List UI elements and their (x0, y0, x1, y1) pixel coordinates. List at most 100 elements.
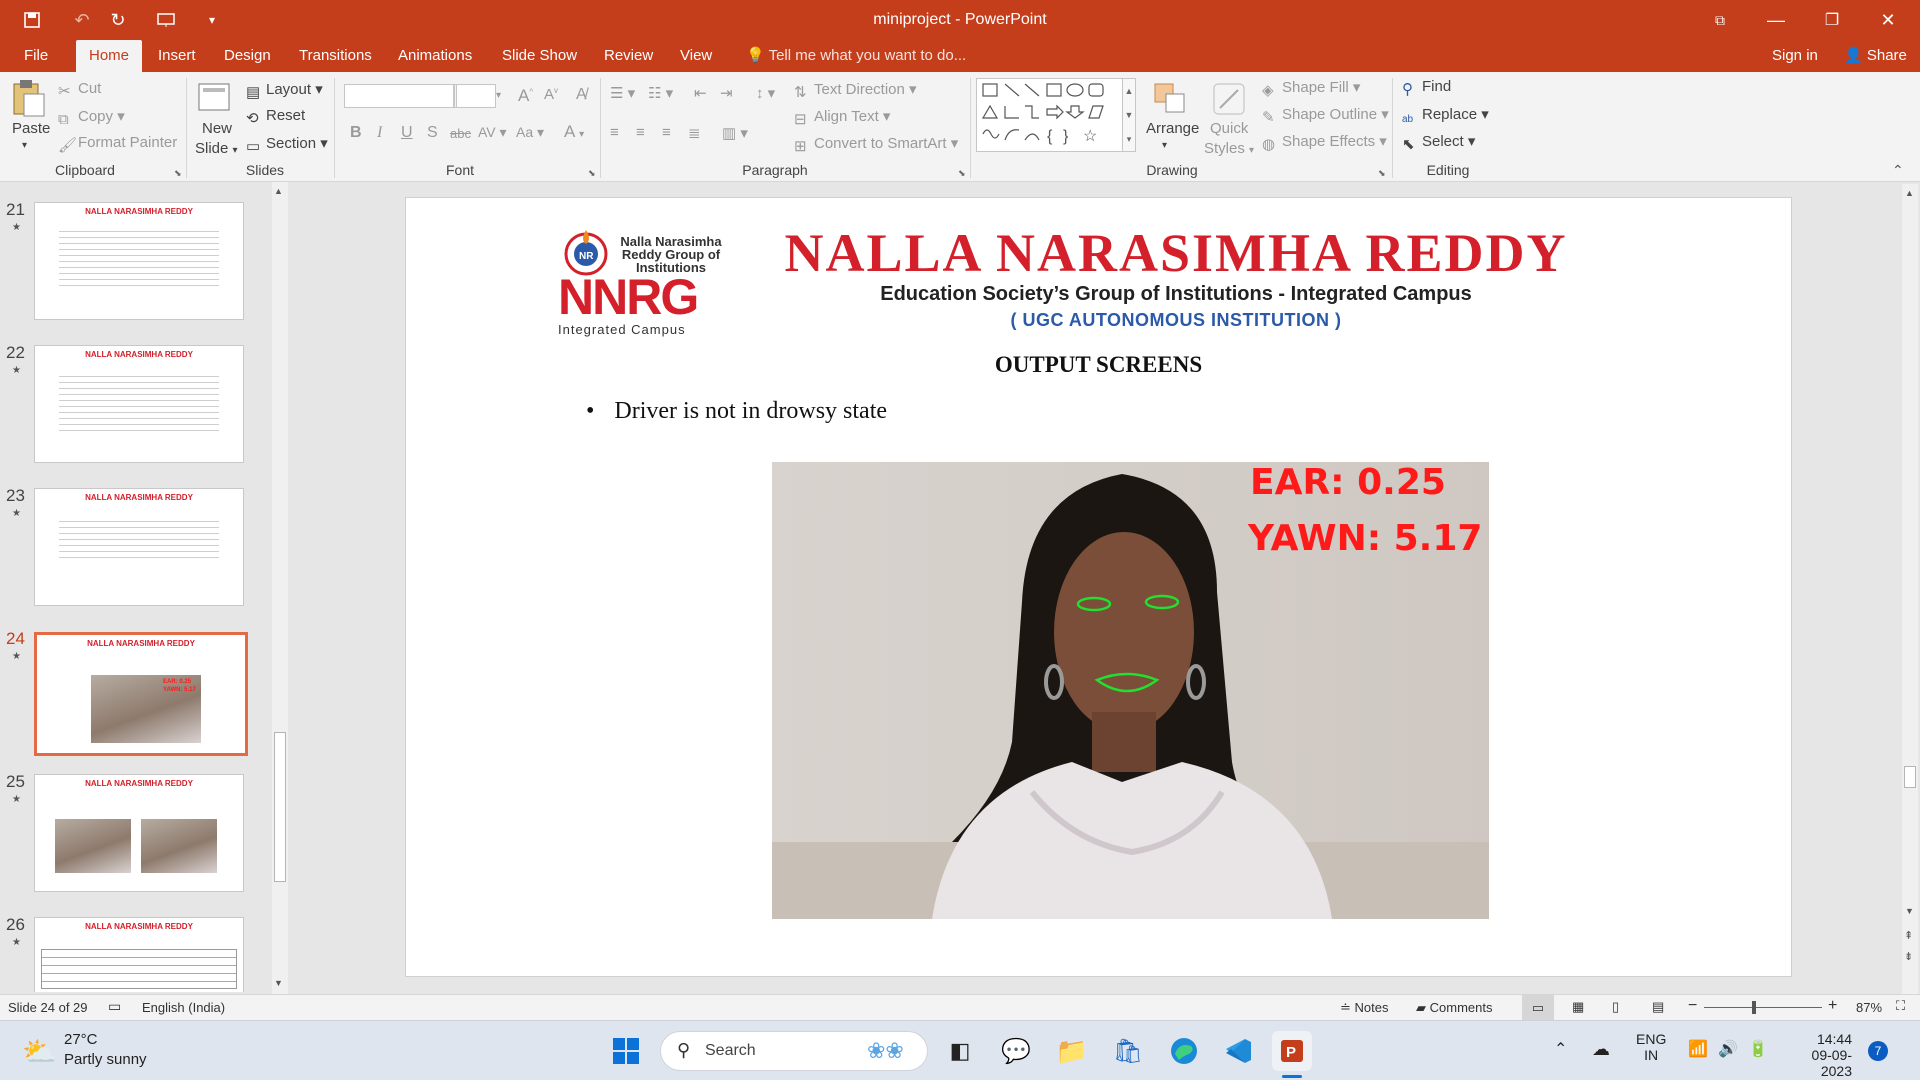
tab-transitions[interactable]: Transitions (291, 40, 380, 72)
paste-icon[interactable] (10, 78, 50, 118)
numbering-icon[interactable]: ☷ ▾ (648, 84, 673, 102)
close-icon[interactable]: ✕ (1860, 0, 1916, 40)
wifi-icon[interactable]: 📶 (1688, 1039, 1708, 1059)
text-shadow-icon[interactable]: S (427, 124, 438, 142)
new-slide-button-line1[interactable]: New (202, 120, 232, 137)
change-case-icon[interactable]: Aa ▾ (516, 124, 544, 141)
tab-design[interactable]: Design (216, 40, 279, 72)
line-spacing-icon[interactable]: ↕ ▾ (756, 84, 775, 102)
shapes-gallery[interactable]: {} ☆ (976, 78, 1132, 152)
powerpoint-icon[interactable]: P (1272, 1031, 1312, 1071)
tab-view[interactable]: View (672, 40, 720, 72)
tab-home[interactable]: Home (76, 40, 142, 72)
dialog-launcher-icon[interactable]: ⬊ (588, 168, 596, 179)
reading-view-icon[interactable]: ▯ (1612, 999, 1619, 1015)
notes-button[interactable]: ≐ Notes (1340, 1000, 1389, 1016)
justify-icon[interactable]: ≣ (688, 124, 701, 142)
reset-button[interactable]: ⟲ Reset (246, 107, 305, 127)
shape-effects-button[interactable]: ◍ Shape Effects ▾ (1262, 132, 1387, 153)
tab-slide-show[interactable]: Slide Show (494, 40, 585, 72)
cut-button[interactable]: ✂ Cut (58, 80, 101, 100)
weather-desc[interactable]: Partly sunny (64, 1051, 147, 1068)
sign-in-link[interactable]: Sign in (1764, 40, 1826, 72)
collapse-ribbon-icon[interactable]: ⌃ (1892, 162, 1904, 179)
new-slide-button-line2[interactable]: Slide ▾ (195, 140, 238, 157)
italic-icon[interactable]: I (377, 124, 382, 142)
tab-insert[interactable]: Insert (150, 40, 204, 72)
arrange-button[interactable]: Arrange (1146, 120, 1199, 137)
quick-styles-button-line1[interactable]: Quick (1210, 120, 1248, 137)
tell-me-box[interactable]: 💡 Tell me what you want to do... (738, 40, 974, 72)
scroll-down-icon[interactable]: ▼ (1905, 906, 1914, 916)
shrink-font-icon[interactable]: Av (544, 86, 558, 103)
dialog-launcher-icon[interactable]: ⬊ (1378, 168, 1386, 179)
edge-browser-icon[interactable] (1164, 1031, 1204, 1071)
normal-view-icon[interactable]: ▭ (1522, 995, 1554, 1021)
new-slide-icon[interactable] (196, 78, 236, 118)
slide-thumbnail-22[interactable]: NALLA NARASIMHA REDDY (34, 345, 244, 463)
battery-icon[interactable]: 🔋 (1748, 1039, 1768, 1059)
thumbnail-scrollbar[interactable]: ▲ ▼ (272, 182, 288, 994)
next-slide-icon[interactable]: ⇟ (1904, 950, 1913, 963)
align-center-icon[interactable]: ≡ (636, 124, 645, 141)
quick-styles-icon[interactable] (1210, 80, 1250, 120)
webcam-output-image[interactable]: EAR: 0.25 YAWN: 5.17 (772, 462, 1489, 919)
font-color-icon[interactable]: A ▾ (564, 122, 584, 142)
input-language[interactable]: ENG IN (1636, 1031, 1666, 1063)
font-name-input[interactable] (344, 84, 454, 108)
zoom-slider[interactable] (1704, 1007, 1822, 1008)
slide-sorter-icon[interactable]: ▦ (1572, 999, 1584, 1015)
taskbar-search-box[interactable]: ⚲ Search ❀❀ (660, 1031, 928, 1071)
arrange-icon[interactable] (1152, 80, 1192, 120)
weather-icon[interactable]: ⛅ (22, 1035, 57, 1068)
font-size-input[interactable] (456, 84, 496, 108)
slide-thumbnail-21[interactable]: NALLA NARASIMHA REDDY (34, 202, 244, 320)
slide-canvas[interactable]: NR Nalla Narasimha Reddy Group of Instit… (405, 197, 1792, 977)
paste-button[interactable]: Paste (12, 120, 50, 137)
microsoft-store-icon[interactable]: 🛍 (1108, 1031, 1148, 1071)
decrease-indent-icon[interactable]: ⇤ (694, 84, 707, 102)
zoom-in-icon[interactable]: + (1828, 997, 1837, 1015)
file-explorer-icon[interactable]: 📁 (1052, 1031, 1092, 1071)
task-view-icon[interactable]: ◧ (940, 1031, 980, 1071)
strikethrough-icon[interactable]: abc (450, 126, 471, 141)
slide-thumbnail-25[interactable]: NALLA NARASIMHA REDDY (34, 774, 244, 892)
text-direction-button[interactable]: ⇅ Text Direction ▾ (794, 80, 917, 101)
slide-show-icon[interactable]: ▤ (1652, 999, 1664, 1015)
shape-fill-button[interactable]: ◈ Shape Fill ▾ (1262, 78, 1360, 99)
dialog-launcher-icon[interactable]: ⬊ (958, 168, 966, 179)
grow-font-icon[interactable]: A^ (518, 86, 533, 106)
zoom-out-icon[interactable]: − (1688, 997, 1697, 1015)
slide-thumbnail-26[interactable]: NALLA NARASIMHA REDDY (34, 917, 244, 992)
teams-chat-icon[interactable]: 💬 (996, 1031, 1036, 1071)
windows-start-icon[interactable] (606, 1031, 646, 1071)
underline-icon[interactable]: U (401, 124, 413, 142)
scroll-thumb[interactable] (1904, 766, 1916, 788)
increase-indent-icon[interactable]: ⇥ (720, 84, 733, 102)
dialog-launcher-icon[interactable]: ⬊ (174, 168, 182, 179)
scroll-thumb[interactable] (274, 732, 286, 882)
columns-icon[interactable]: ▥ ▾ (722, 124, 748, 142)
comments-button[interactable]: ▰ Comments (1416, 1000, 1492, 1016)
clock[interactable]: 14:44 09-09-2023 (1786, 1031, 1852, 1079)
fit-to-window-icon[interactable]: ⛶ (1896, 998, 1905, 1014)
shapes-gallery-scroll[interactable]: ▲ ▼ ▾ (1122, 78, 1136, 152)
tab-file[interactable]: File (16, 40, 56, 72)
replace-button[interactable]: ab Replace ▾ (1402, 105, 1489, 130)
character-spacing-icon[interactable]: AV ▾ (478, 124, 507, 141)
arrange-dropdown-icon[interactable]: ▾ (1162, 140, 1167, 151)
slide-thumbnail-24[interactable]: NALLA NARASIMHA REDDY EAR: 0.25 YAWN: 5.… (34, 632, 248, 756)
spell-check-icon[interactable]: ▭ (108, 998, 121, 1015)
restore-icon[interactable]: ❐ (1804, 0, 1860, 40)
tab-review[interactable]: Review (596, 40, 661, 72)
align-left-icon[interactable]: ≡ (610, 124, 619, 141)
tab-animations[interactable]: Animations (390, 40, 480, 72)
align-text-button[interactable]: ⊟ Align Text ▾ (794, 107, 890, 128)
show-hidden-icons-icon[interactable]: ⌃ (1554, 1039, 1567, 1059)
select-button[interactable]: ⬉ Select ▾ (1402, 132, 1475, 153)
font-size-dropdown-icon[interactable]: ▾ (496, 84, 512, 108)
find-button[interactable]: ⚲ Find (1402, 78, 1451, 98)
format-painter-button[interactable]: 🖌Format Painter (58, 134, 177, 154)
volume-icon[interactable]: 🔊 (1718, 1039, 1738, 1059)
ribbon-display-icon[interactable]: ⧉ (1692, 0, 1748, 40)
